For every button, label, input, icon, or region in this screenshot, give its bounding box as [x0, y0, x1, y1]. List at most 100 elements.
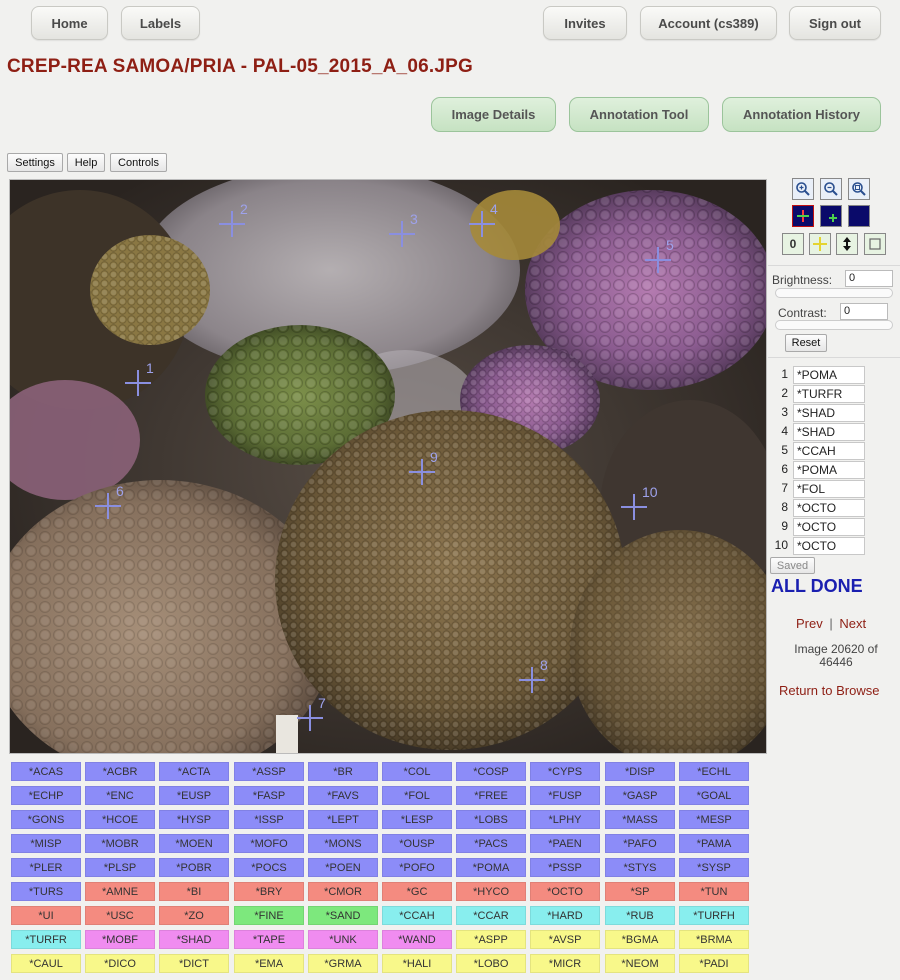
- point-label-field[interactable]: *OCTO: [793, 537, 865, 555]
- up-down-arrow-icon[interactable]: [836, 233, 858, 255]
- settings-button[interactable]: Settings: [7, 153, 63, 172]
- label-button[interactable]: *USC: [85, 906, 155, 925]
- label-button[interactable]: *PADI: [679, 954, 749, 973]
- brightness-slider[interactable]: [775, 288, 893, 298]
- annotation-history-button[interactable]: Annotation History: [722, 97, 881, 132]
- label-button[interactable]: *CAUL: [11, 954, 81, 973]
- label-button[interactable]: *EUSP: [159, 786, 229, 805]
- label-button[interactable]: *UNK: [308, 930, 378, 949]
- label-button[interactable]: *FOL: [382, 786, 452, 805]
- zoom-out-icon[interactable]: [820, 178, 842, 200]
- contrast-value[interactable]: 0: [840, 303, 888, 320]
- label-button[interactable]: *UI: [11, 906, 81, 925]
- label-button[interactable]: *FINE: [234, 906, 304, 925]
- label-button[interactable]: *TURS: [11, 882, 81, 901]
- label-button[interactable]: *ACBR: [85, 762, 155, 781]
- label-button[interactable]: *OCTO: [530, 882, 600, 901]
- label-button[interactable]: *BR: [308, 762, 378, 781]
- label-button[interactable]: *AVSP: [530, 930, 600, 949]
- label-button[interactable]: *BI: [159, 882, 229, 901]
- add-point-icon[interactable]: [820, 205, 842, 227]
- label-button[interactable]: *MICR: [530, 954, 600, 973]
- label-button[interactable]: *POEN: [308, 858, 378, 877]
- brightness-value[interactable]: 0: [845, 270, 893, 287]
- label-button[interactable]: *HYCO: [456, 882, 526, 901]
- label-button[interactable]: *LEPT: [308, 810, 378, 829]
- label-button[interactable]: *POFO: [382, 858, 452, 877]
- label-button[interactable]: *ECHP: [11, 786, 81, 805]
- point-row[interactable]: 6 *POMA: [773, 461, 865, 479]
- label-button[interactable]: *PLER: [11, 858, 81, 877]
- label-button[interactable]: *PAMA: [679, 834, 749, 853]
- point-count-badge[interactable]: 0: [782, 233, 804, 255]
- label-button[interactable]: *EMA: [234, 954, 304, 973]
- label-button[interactable]: *MISP: [11, 834, 81, 853]
- label-button[interactable]: *NEOM: [605, 954, 675, 973]
- label-button[interactable]: *DICT: [159, 954, 229, 973]
- label-button[interactable]: *SYSP: [679, 858, 749, 877]
- label-button[interactable]: *GOAL: [679, 786, 749, 805]
- label-button[interactable]: *SAND: [308, 906, 378, 925]
- label-button[interactable]: *MOFO: [234, 834, 304, 853]
- point-label-field[interactable]: *POMA: [793, 461, 865, 479]
- label-button[interactable]: *PAEN: [530, 834, 600, 853]
- label-button[interactable]: *AMNE: [85, 882, 155, 901]
- help-button[interactable]: Help: [67, 153, 105, 172]
- label-button[interactable]: *TURFR: [11, 930, 81, 949]
- point-label-field[interactable]: *POMA: [793, 366, 865, 384]
- label-button[interactable]: *MOBR: [85, 834, 155, 853]
- select-mode-icon[interactable]: [792, 205, 814, 227]
- label-button[interactable]: *ASSP: [234, 762, 304, 781]
- label-button[interactable]: *LOBO: [456, 954, 526, 973]
- label-button[interactable]: *ECHL: [679, 762, 749, 781]
- label-button[interactable]: *ISSP: [234, 810, 304, 829]
- image-details-button[interactable]: Image Details: [431, 97, 556, 132]
- label-button[interactable]: *LOBS: [456, 810, 526, 829]
- point-label-field[interactable]: *FOL: [793, 480, 865, 498]
- point-row[interactable]: 4 *SHAD: [773, 423, 865, 441]
- label-button[interactable]: *FASP: [234, 786, 304, 805]
- sign-out-button[interactable]: Sign out: [789, 6, 881, 40]
- label-button[interactable]: *FREE: [456, 786, 526, 805]
- point-row[interactable]: 3 *SHAD: [773, 404, 865, 422]
- label-button[interactable]: *ACAS: [11, 762, 81, 781]
- label-button[interactable]: *ASPP: [456, 930, 526, 949]
- label-button[interactable]: *MASS: [605, 810, 675, 829]
- label-button[interactable]: *BRY: [234, 882, 304, 901]
- label-button[interactable]: *STYS: [605, 858, 675, 877]
- label-button[interactable]: *ACTA: [159, 762, 229, 781]
- label-button[interactable]: *MOEN: [159, 834, 229, 853]
- label-button[interactable]: *OUSP: [382, 834, 452, 853]
- reset-button[interactable]: Reset: [785, 334, 827, 352]
- label-button[interactable]: *MESP: [679, 810, 749, 829]
- label-button[interactable]: *FAVS: [308, 786, 378, 805]
- next-link[interactable]: Next: [839, 616, 866, 631]
- annotation-tool-button[interactable]: Annotation Tool: [569, 97, 709, 132]
- label-button[interactable]: *POMA: [456, 858, 526, 877]
- point-label-field[interactable]: *SHAD: [793, 423, 865, 441]
- label-button[interactable]: *BRMA: [679, 930, 749, 949]
- point-row[interactable]: 7 *FOL: [773, 480, 865, 498]
- label-button[interactable]: *HALI: [382, 954, 452, 973]
- zoom-fit-icon[interactable]: [848, 178, 870, 200]
- label-button[interactable]: *GRMA: [308, 954, 378, 973]
- label-button[interactable]: *SP: [605, 882, 675, 901]
- point-label-field[interactable]: *OCTO: [793, 499, 865, 517]
- label-button[interactable]: *RUB: [605, 906, 675, 925]
- label-button[interactable]: *GASP: [605, 786, 675, 805]
- prev-link[interactable]: Prev: [796, 616, 823, 631]
- label-button[interactable]: *ZO: [159, 906, 229, 925]
- deselect-icon[interactable]: [848, 205, 870, 227]
- label-button[interactable]: *COSP: [456, 762, 526, 781]
- label-button[interactable]: *TUN: [679, 882, 749, 901]
- label-button[interactable]: *PSSP: [530, 858, 600, 877]
- labels-button[interactable]: Labels: [121, 6, 200, 40]
- label-button[interactable]: *LPHY: [530, 810, 600, 829]
- label-button[interactable]: *CYPS: [530, 762, 600, 781]
- label-button[interactable]: *FUSP: [530, 786, 600, 805]
- label-button[interactable]: *CMOR: [308, 882, 378, 901]
- label-button[interactable]: *DISP: [605, 762, 675, 781]
- label-button[interactable]: *WAND: [382, 930, 452, 949]
- fullscreen-icon[interactable]: [864, 233, 886, 255]
- point-row[interactable]: 8 *OCTO: [773, 499, 865, 517]
